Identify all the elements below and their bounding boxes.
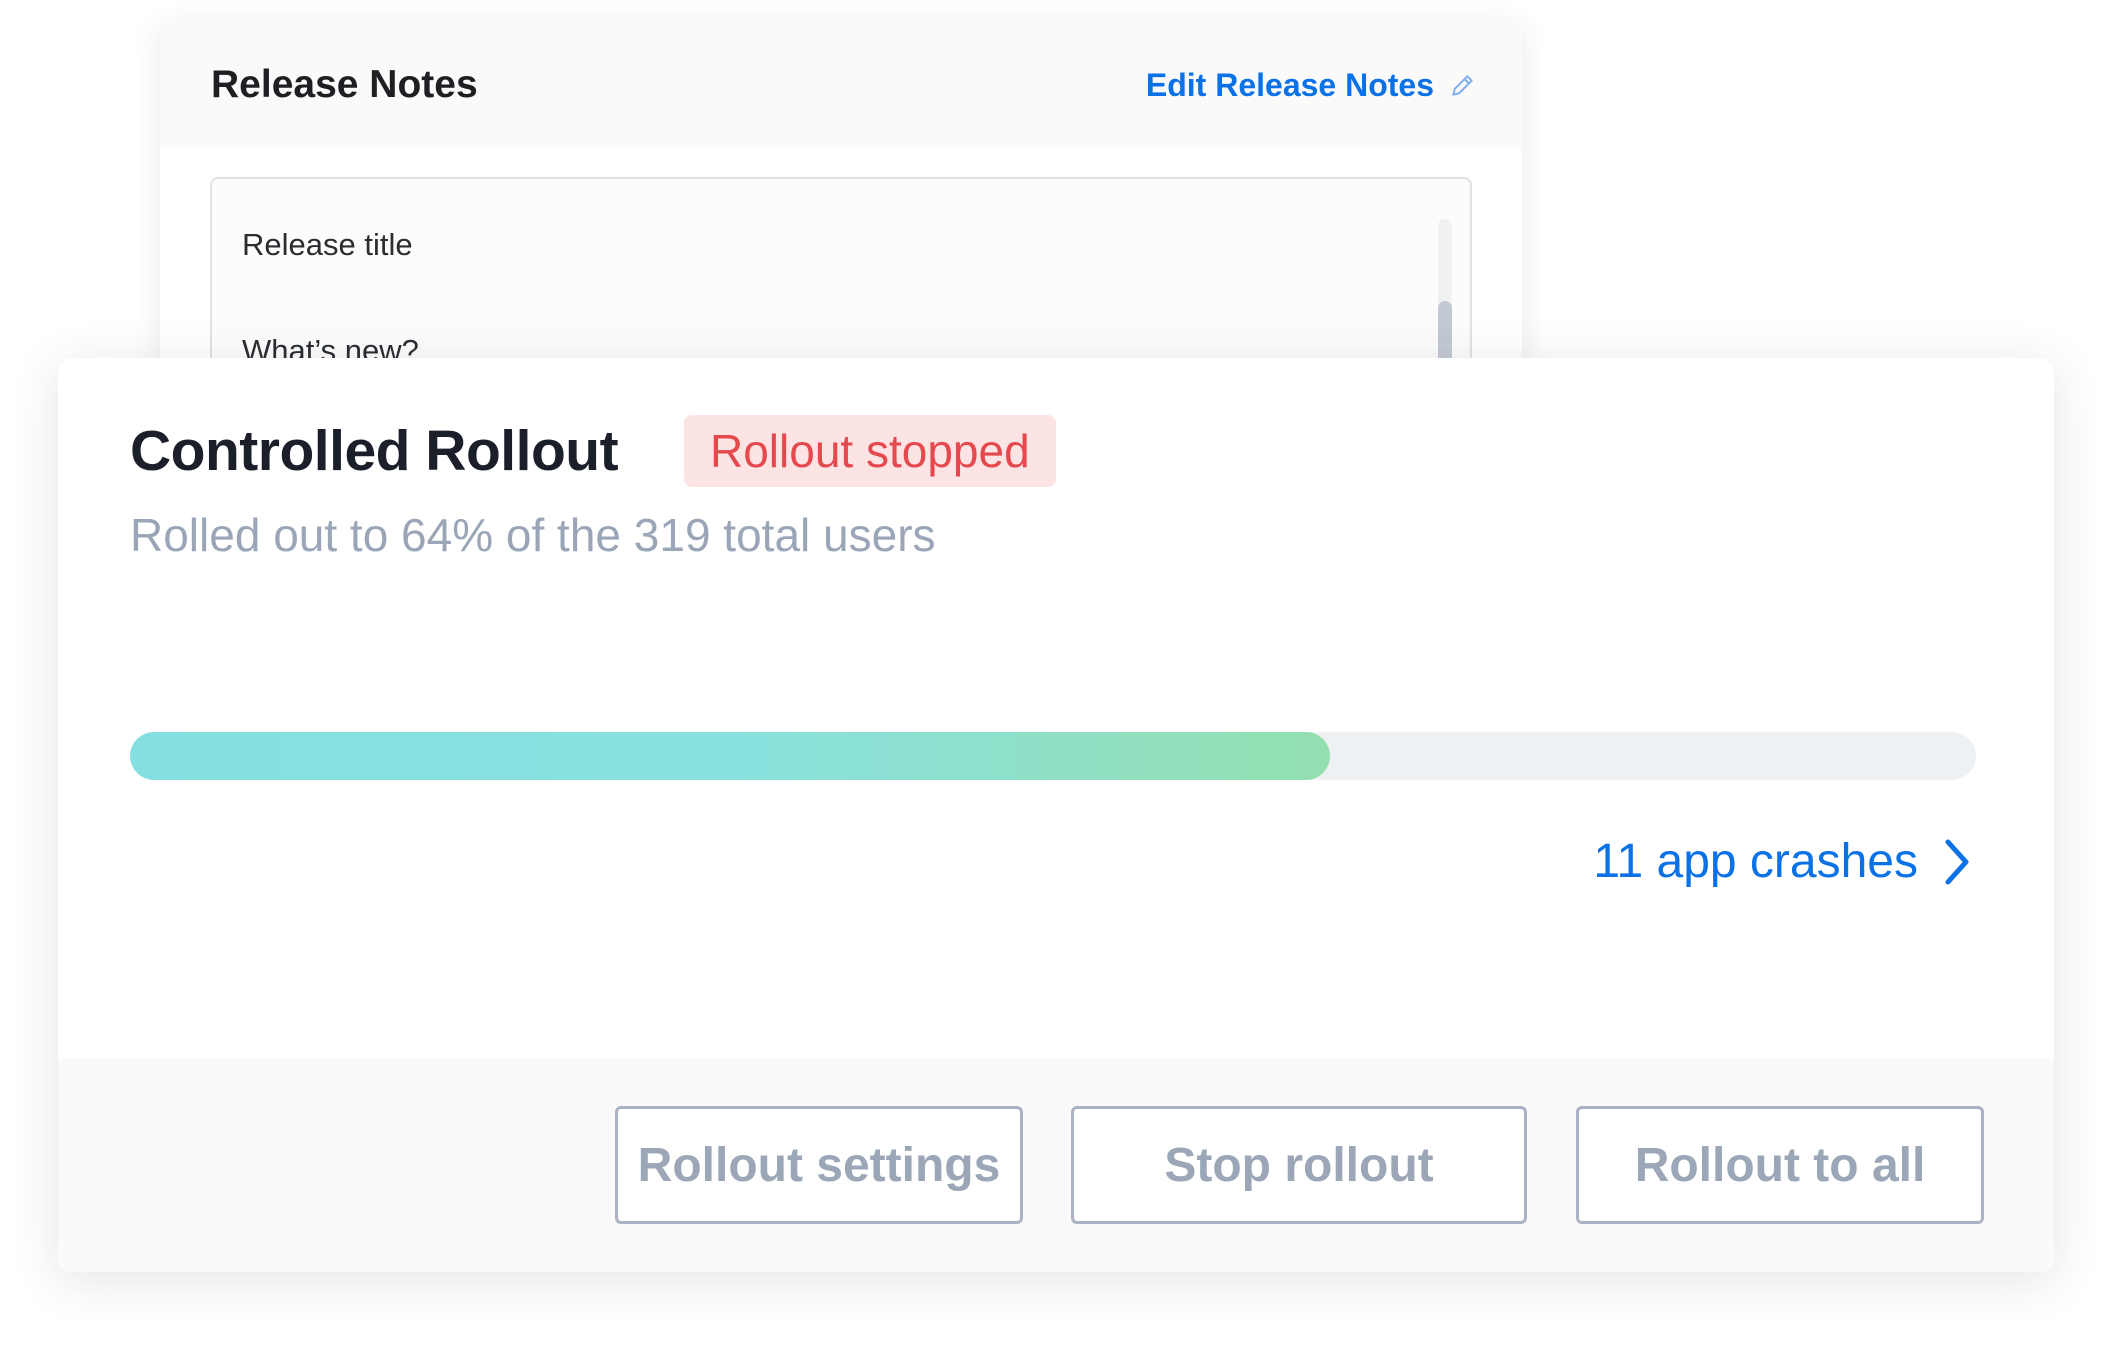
pencil-icon xyxy=(1450,72,1476,98)
stage: Release Notes Edit Release Notes Release… xyxy=(0,0,2112,1371)
release-title-field: Release title xyxy=(242,227,413,262)
app-crashes-link[interactable]: 11 app crashes xyxy=(1593,834,1970,889)
edit-release-notes-label: Edit Release Notes xyxy=(1145,66,1434,103)
rollout-progress-fill xyxy=(130,732,1330,780)
controlled-rollout-card: Controlled Rollout Rollout stopped Rolle… xyxy=(58,358,2054,1272)
app-crashes-label: 11 app crashes xyxy=(1593,835,1918,888)
release-notes-header: Release Notes Edit Release Notes xyxy=(160,22,1522,148)
rollout-footer: Rollout settings Stop rollout Rollout to… xyxy=(58,1058,2054,1272)
chevron-right-icon xyxy=(1944,838,1970,886)
release-notes-title: Release Notes xyxy=(211,63,478,106)
rollout-to-all-button[interactable]: Rollout to all xyxy=(1576,1106,1984,1224)
rollout-progress-bar xyxy=(130,732,1976,780)
status-badge: Rollout stopped xyxy=(684,415,1056,487)
rollout-title: Controlled Rollout xyxy=(130,419,619,483)
rollout-settings-button[interactable]: Rollout settings xyxy=(615,1106,1023,1224)
edit-release-notes-link[interactable]: Edit Release Notes xyxy=(1146,67,1476,104)
rollout-subtitle: Rolled out to 64% of the 319 total users xyxy=(130,509,936,561)
stop-rollout-button[interactable]: Stop rollout xyxy=(1071,1106,1527,1224)
